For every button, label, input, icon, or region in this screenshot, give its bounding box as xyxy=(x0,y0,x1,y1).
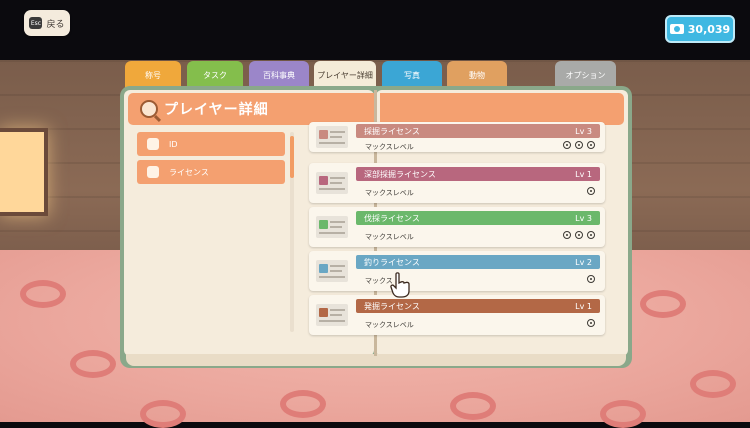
floor-pattern xyxy=(600,400,646,428)
license-level: Lv 1 xyxy=(575,301,592,311)
back-label: 戻る xyxy=(46,19,65,30)
license-card-deep-mining[interactable]: 深部採掘ライセンス Lv 1 マックスレベル xyxy=(309,163,605,203)
license-card-mining[interactable]: 採掘ライセンス Lv 3 マックスレベル xyxy=(309,122,605,152)
license-card-icon xyxy=(316,126,348,148)
license-name: 発掘ライセンス xyxy=(364,301,420,311)
license-level-dots xyxy=(563,141,595,149)
magnifier-icon xyxy=(140,100,158,118)
money-icon xyxy=(669,24,684,34)
license-card-excavation[interactable]: 発掘ライセンス Lv 1 マックスレベル xyxy=(309,295,605,335)
license-header: 採掘ライセンス Lv 3 xyxy=(356,124,600,138)
license-sub: マックスレベル xyxy=(365,189,414,197)
license-sub: マックスレベル xyxy=(365,143,414,151)
license-header: 伐採ライセンス Lv 3 xyxy=(356,211,600,225)
scroll-thumb[interactable] xyxy=(290,136,294,178)
license-level-dots xyxy=(587,275,595,283)
license-name: 釣りライセンス xyxy=(364,257,420,267)
hand-cursor-icon xyxy=(390,272,410,298)
license-sub: マックスレベル xyxy=(365,233,414,241)
license-header: 釣りライセンス Lv 2 xyxy=(356,255,600,269)
right-title-bar xyxy=(380,93,624,125)
floor-pattern xyxy=(20,280,66,308)
currency-amount: 30,039 xyxy=(687,22,731,36)
menu-item-label: ライセンス xyxy=(169,167,209,177)
floor-pattern xyxy=(280,390,326,418)
floor-pattern xyxy=(450,392,496,420)
license-level: Lv 3 xyxy=(575,213,592,223)
license-level: Lv 1 xyxy=(575,169,592,179)
menu-item-license[interactable]: ライセンス xyxy=(137,160,285,184)
menu-item-label: ID xyxy=(169,139,178,149)
license-level-dots xyxy=(587,319,595,327)
floor-pattern xyxy=(70,350,116,378)
license-header: 発掘ライセンス Lv 1 xyxy=(356,299,600,313)
menu-item-id[interactable]: ID xyxy=(137,132,285,156)
page-title: プレイヤー詳細 xyxy=(164,102,269,118)
license-card-icon xyxy=(316,172,348,194)
license-card-logging[interactable]: 伐採ライセンス Lv 3 マックスレベル xyxy=(309,207,605,247)
license-name: 深部採掘ライセンス xyxy=(364,169,436,179)
floor-pattern xyxy=(140,400,186,428)
page-title-bar: プレイヤー詳細 xyxy=(128,93,374,125)
currency-display: 30,039 xyxy=(665,15,735,43)
license-card-icon xyxy=(316,216,348,238)
license-name: 採掘ライセンス xyxy=(364,126,420,136)
license-level-dots xyxy=(563,231,595,239)
skull-icon xyxy=(147,138,159,150)
esc-key-icon: Esc xyxy=(29,17,43,29)
license-level: Lv 2 xyxy=(575,257,592,267)
license-card-icon xyxy=(316,304,348,326)
license-name: 伐採ライセンス xyxy=(364,213,420,223)
license-card-fishing[interactable]: 釣りライセンス Lv 2 マックス xyxy=(309,251,605,291)
back-button[interactable]: Esc 戻る xyxy=(24,10,70,36)
license-card-icon xyxy=(316,260,348,282)
license-icon xyxy=(147,166,159,178)
license-level: Lv 3 xyxy=(575,126,592,136)
license-level-dots xyxy=(587,187,595,195)
floor-pattern xyxy=(690,370,736,398)
license-sub: マックス xyxy=(365,277,393,285)
floor-pattern xyxy=(640,290,686,318)
license-sub: マックスレベル xyxy=(365,321,414,329)
license-header: 深部採掘ライセンス Lv 1 xyxy=(356,167,600,181)
background-window xyxy=(0,128,48,216)
